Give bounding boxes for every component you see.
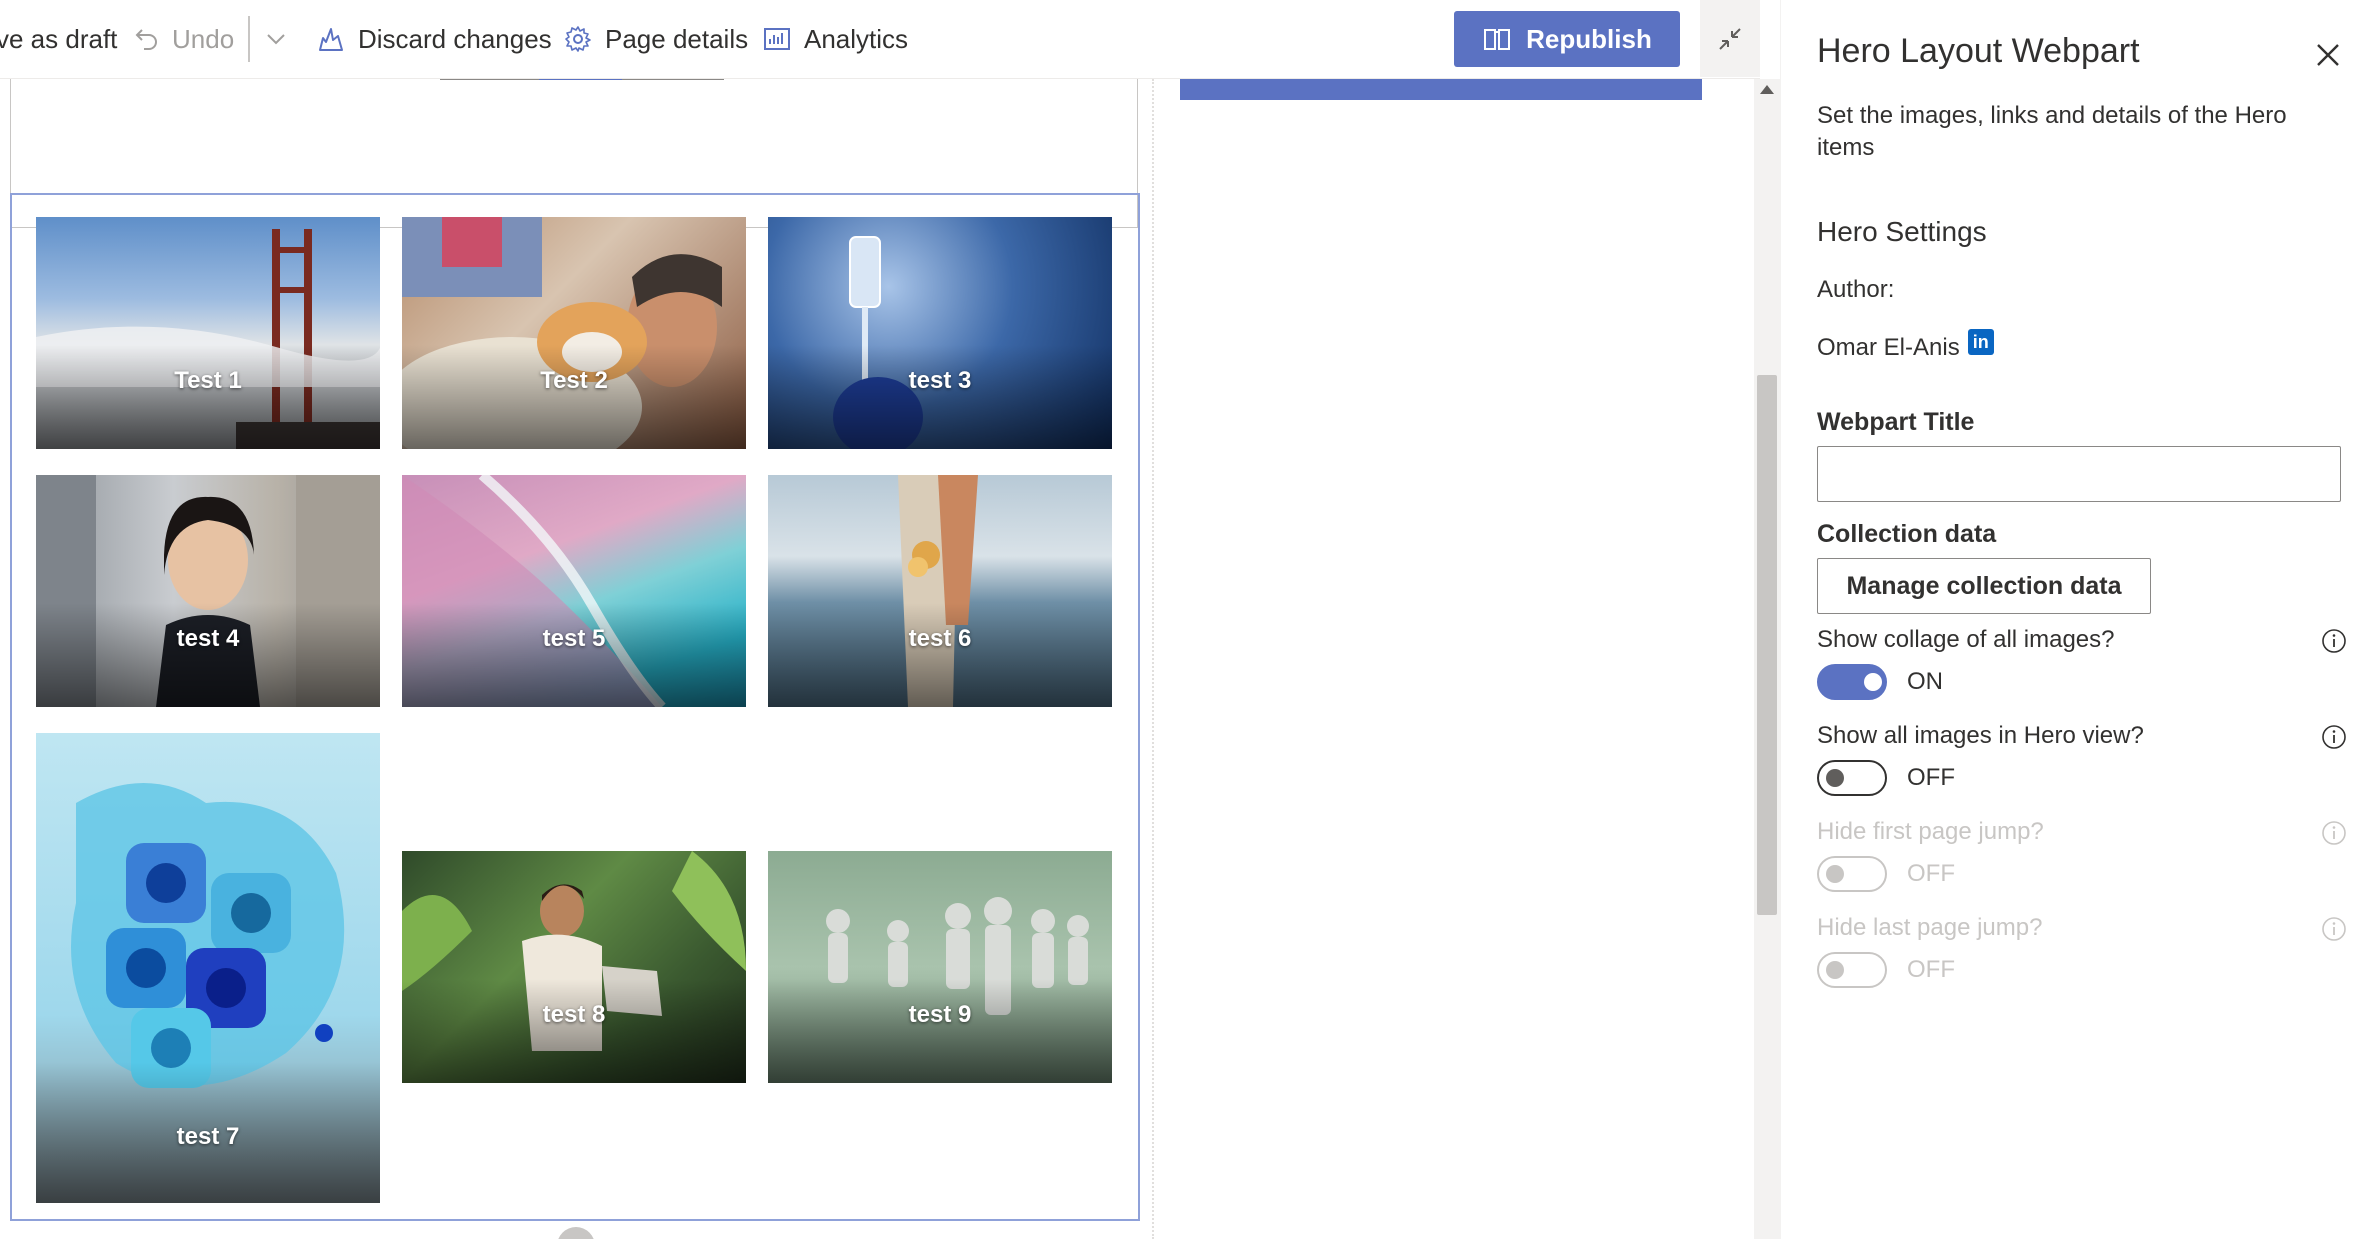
webpart-title-label: Webpart Title: [1817, 408, 1975, 436]
tile-caption: test 8: [542, 1001, 606, 1028]
app-root: ve as draft Undo Discard changes Page de…: [0, 0, 2377, 1239]
tile-shade: [402, 344, 746, 449]
pager-current-button[interactable]: [539, 79, 623, 80]
hero-tile[interactable]: test 9: [768, 851, 1112, 1083]
author-name: Omar El-Anis: [1817, 334, 1960, 361]
collection-data-label: Collection data: [1817, 520, 1997, 548]
tile-shade: [36, 602, 380, 707]
undo-label: Undo: [172, 23, 235, 54]
info-icon: [2322, 821, 2346, 845]
toggle-knob: [1864, 673, 1882, 691]
hero-tile[interactable]: Test 2: [402, 217, 746, 449]
hero-tile[interactable]: test 3: [768, 217, 1112, 449]
tile-shade: [768, 978, 1112, 1083]
hero-tile[interactable]: Test 1: [36, 217, 380, 449]
hide-last-page-toggle: [1817, 952, 1887, 988]
analytics-icon: [764, 28, 790, 50]
tile-caption: test 4: [176, 625, 240, 652]
close-icon[interactable]: [2313, 40, 2343, 70]
discard-changes-button[interactable]: Discard changes: [316, 0, 552, 78]
manage-collection-button[interactable]: Manage collection data: [1817, 558, 2151, 614]
pane-title: Hero Layout Webpart: [1817, 32, 2140, 70]
chevron-down-icon: [267, 34, 285, 45]
hero-tile[interactable]: test 7: [36, 733, 380, 1203]
republish-button[interactable]: Republish: [1454, 11, 1680, 67]
toggle-state: OFF: [1907, 764, 1955, 791]
hero-tile[interactable]: test 6: [768, 475, 1112, 707]
hero-tile[interactable]: test 4: [36, 475, 380, 707]
pager-prev-button[interactable]: <<: [440, 79, 540, 80]
book-icon: [1484, 29, 1511, 50]
tile-shade: [402, 978, 746, 1083]
scroll-up-arrow-icon[interactable]: [1760, 85, 1774, 94]
undo-button[interactable]: Undo: [134, 0, 235, 78]
author-label: Author:: [1817, 276, 1895, 303]
hero-gallery: Test 1 Test 2 test 3 test 4 test 5 test …: [10, 193, 1140, 1221]
toolbar-divider: [248, 16, 250, 62]
toggle-knob: [1826, 961, 1844, 979]
section-title: Hero Settings: [1817, 216, 1987, 247]
add-section-button[interactable]: [557, 1227, 595, 1239]
tile-caption: Test 2: [540, 367, 608, 394]
column-divider: [1152, 79, 1154, 1239]
tile-caption: test 6: [908, 625, 972, 652]
page-details-button[interactable]: Page details: [563, 0, 749, 78]
webpart-title-input[interactable]: [1817, 446, 2341, 502]
collapse-icon: [1719, 27, 1741, 50]
hide-first-page-toggle: [1817, 856, 1887, 892]
toggle-question: Hide first page jump?: [1817, 818, 2044, 845]
analytics-label: Analytics: [804, 23, 909, 54]
command-bar: ve as draft Undo Discard changes Page de…: [0, 0, 1760, 79]
right-column-accent-bar: [1180, 79, 1702, 100]
tile-shade: [402, 602, 746, 707]
author-info: Omar El-Anis in: [1817, 329, 1994, 362]
tile-shade: [36, 344, 380, 449]
save-as-draft-label: ve as draft: [0, 23, 118, 54]
info-icon: [2322, 917, 2346, 941]
undo-icon: [135, 29, 157, 50]
tile-caption: test 7: [176, 1123, 240, 1150]
hero-tile[interactable]: test 5: [402, 475, 746, 707]
tile-caption: test 9: [908, 1001, 972, 1028]
pager-next-button[interactable]: >>: [622, 79, 724, 80]
toggle-knob: [1826, 865, 1844, 883]
toggle-question: Hide last page jump?: [1817, 914, 2043, 941]
toggle-knob: [1826, 769, 1844, 787]
tile-caption: Test 1: [174, 367, 242, 394]
property-pane: Hero Layout Webpart Set the images, link…: [1780, 0, 2377, 1239]
collapse-panel-button[interactable]: [1700, 0, 1760, 77]
pager: << >>: [440, 79, 724, 80]
page-canvas: << >> Test 1: [0, 79, 1760, 1239]
info-icon[interactable]: [2321, 724, 2347, 750]
canvas-scrollbar[interactable]: [1754, 79, 1780, 1239]
linkedin-icon[interactable]: in: [1967, 329, 1994, 355]
toggle-state: OFF: [1907, 956, 1955, 983]
toggle-state: ON: [1907, 668, 1943, 695]
save-as-draft-button[interactable]: ve as draft: [0, 0, 118, 78]
toggle-question: Show collage of all images?: [1817, 626, 2115, 653]
republish-label: Republish: [1526, 23, 1652, 54]
toggle-state: OFF: [1907, 860, 1955, 887]
tile-shade: [768, 602, 1112, 707]
tile-caption: test 3: [908, 367, 972, 394]
tile-caption: test 5: [542, 625, 606, 652]
scroll-thumb[interactable]: [1757, 375, 1777, 915]
toggle-question: Show all images in Hero view?: [1817, 722, 2144, 749]
hero-tile[interactable]: test 8: [402, 851, 746, 1083]
tile-shade: [768, 344, 1112, 449]
discard-changes-label: Discard changes: [358, 23, 552, 54]
undo-menu-button[interactable]: [264, 0, 300, 78]
pane-description: Set the images, links and details of the…: [1817, 102, 2287, 161]
page-details-label: Page details: [605, 23, 749, 54]
discard-icon: [319, 28, 343, 51]
collage-toggle[interactable]: [1817, 664, 1887, 700]
analytics-button[interactable]: Analytics: [762, 0, 909, 78]
hero-view-toggle[interactable]: [1817, 760, 1887, 796]
info-icon[interactable]: [2321, 628, 2347, 654]
gear-icon: [565, 26, 591, 52]
